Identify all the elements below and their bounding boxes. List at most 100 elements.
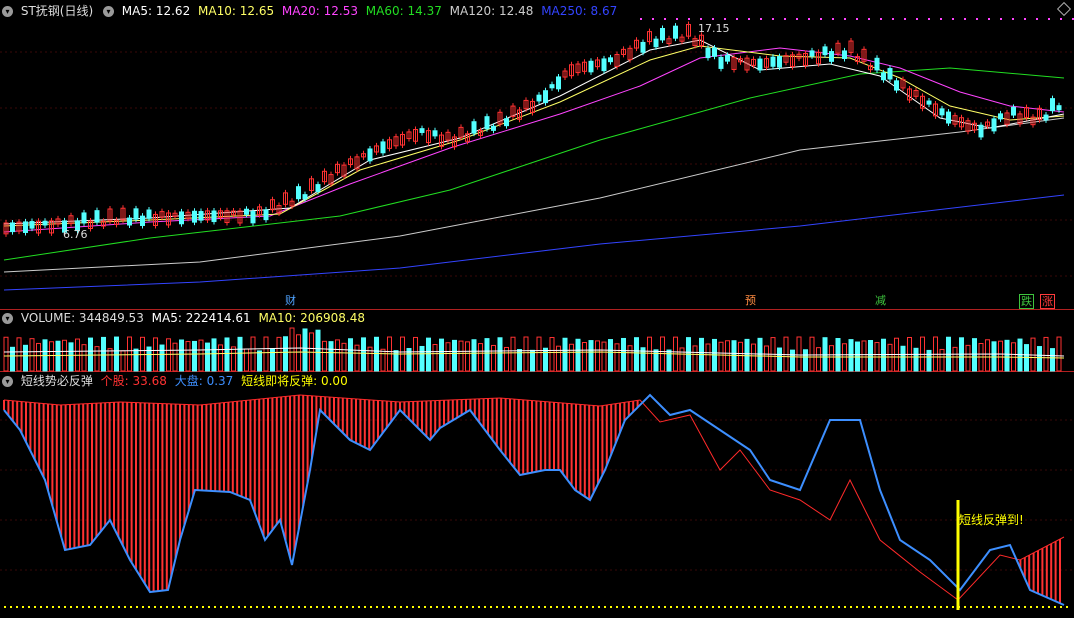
volume-bar [296, 334, 301, 372]
baseline-dot [742, 606, 744, 608]
baseline-dot [22, 606, 24, 608]
baseline-dot [454, 606, 456, 608]
volume-bar [939, 348, 945, 372]
baseline-dot [712, 606, 714, 608]
baseline-dot [106, 606, 108, 608]
signal-dot [1048, 18, 1050, 20]
event-marker-limit-up[interactable]: 涨 [1040, 294, 1055, 309]
baseline-dot [790, 606, 792, 608]
volume-bar [634, 337, 639, 372]
event-marker-limit-down[interactable]: 跌 [1019, 294, 1034, 309]
signal-dot [772, 18, 774, 20]
volume-bar [120, 350, 126, 372]
baseline-dot [688, 606, 690, 608]
baseline-dot [892, 606, 894, 608]
baseline-dot [154, 606, 156, 608]
baseline-dot [916, 606, 918, 608]
baseline-dot [376, 606, 378, 608]
signal-dot [1024, 18, 1026, 20]
baseline-dot [226, 606, 228, 608]
volume-bar [263, 336, 269, 372]
volume-bar [562, 337, 568, 372]
volume-bar [315, 329, 321, 372]
baseline-dot [280, 606, 282, 608]
volume-bar [608, 339, 613, 372]
volume-bar [751, 343, 756, 372]
candlestick [549, 84, 555, 89]
baseline-dot [1024, 606, 1026, 608]
baseline-dot [496, 606, 498, 608]
signal-dot [928, 18, 930, 20]
volume-bar [809, 336, 815, 372]
volume-bar [94, 346, 100, 372]
baseline-dot [1006, 606, 1008, 608]
volume-bar [354, 344, 360, 372]
volume-bar [536, 336, 542, 372]
ma10-line [3, 45, 1065, 227]
volume-bar [523, 336, 529, 372]
volume-bar [926, 349, 932, 372]
event-marker-finance[interactable]: 财 [284, 294, 297, 307]
baseline-dot [166, 606, 168, 608]
baseline-dot [322, 606, 324, 608]
volume-bar [29, 338, 35, 372]
candlestick [179, 211, 184, 225]
volume-bar [757, 337, 763, 372]
baseline-dot [544, 606, 546, 608]
volume-bar [172, 342, 178, 372]
candlestick [757, 58, 763, 71]
baseline-dot [820, 606, 822, 608]
candlestick [367, 148, 373, 162]
baseline-dot [208, 606, 210, 608]
baseline-dot [358, 606, 360, 608]
baseline-dot [946, 606, 948, 608]
candlestick [211, 210, 217, 223]
volume-bar [192, 340, 197, 372]
volume-bar [621, 337, 626, 372]
baseline-dot [118, 606, 120, 608]
baseline-dot [88, 606, 90, 608]
volume-bar [777, 347, 782, 372]
volume-bar [218, 344, 223, 372]
volume-bar [419, 345, 425, 372]
stock-chart-canvas[interactable] [0, 0, 1074, 618]
baseline-dot [604, 606, 606, 608]
candlestick [978, 124, 984, 138]
volume-bar [738, 341, 743, 372]
candlestick [29, 221, 35, 229]
candlestick [887, 68, 893, 80]
baseline-dot [418, 606, 420, 608]
baseline-dot [934, 606, 936, 608]
baseline-dot [748, 606, 750, 608]
baseline-dot [370, 606, 372, 608]
volume-bar [224, 337, 230, 372]
volume-bar [101, 336, 106, 372]
low-price-label: 6.76 [63, 228, 88, 241]
volume-bar [822, 337, 828, 372]
candlestick [1011, 106, 1016, 116]
baseline-dot [784, 606, 786, 608]
volume-bar [868, 340, 873, 372]
event-marker-forecast[interactable]: 预 [744, 294, 757, 307]
candlestick [822, 46, 828, 56]
baseline-dot [190, 606, 192, 608]
baseline-dot [562, 606, 564, 608]
volume-bar [283, 336, 288, 372]
baseline-dot [1066, 606, 1068, 608]
volume-bar [510, 336, 516, 372]
candlestick [380, 141, 386, 154]
baseline-dot [298, 606, 300, 608]
volume-bar [114, 336, 119, 372]
baseline-dot [634, 606, 636, 608]
volume-bar [88, 337, 93, 372]
high-price-label: 17.15 [698, 22, 730, 35]
event-marker-reduce[interactable]: 减 [874, 294, 887, 307]
baseline-dot [682, 606, 684, 608]
baseline-dot [238, 606, 240, 608]
baseline-dot [394, 606, 396, 608]
baseline-dot [124, 606, 126, 608]
volume-bar [127, 336, 132, 372]
baseline-dot [214, 606, 216, 608]
baseline-dot [850, 606, 852, 608]
baseline-dot [352, 606, 354, 608]
